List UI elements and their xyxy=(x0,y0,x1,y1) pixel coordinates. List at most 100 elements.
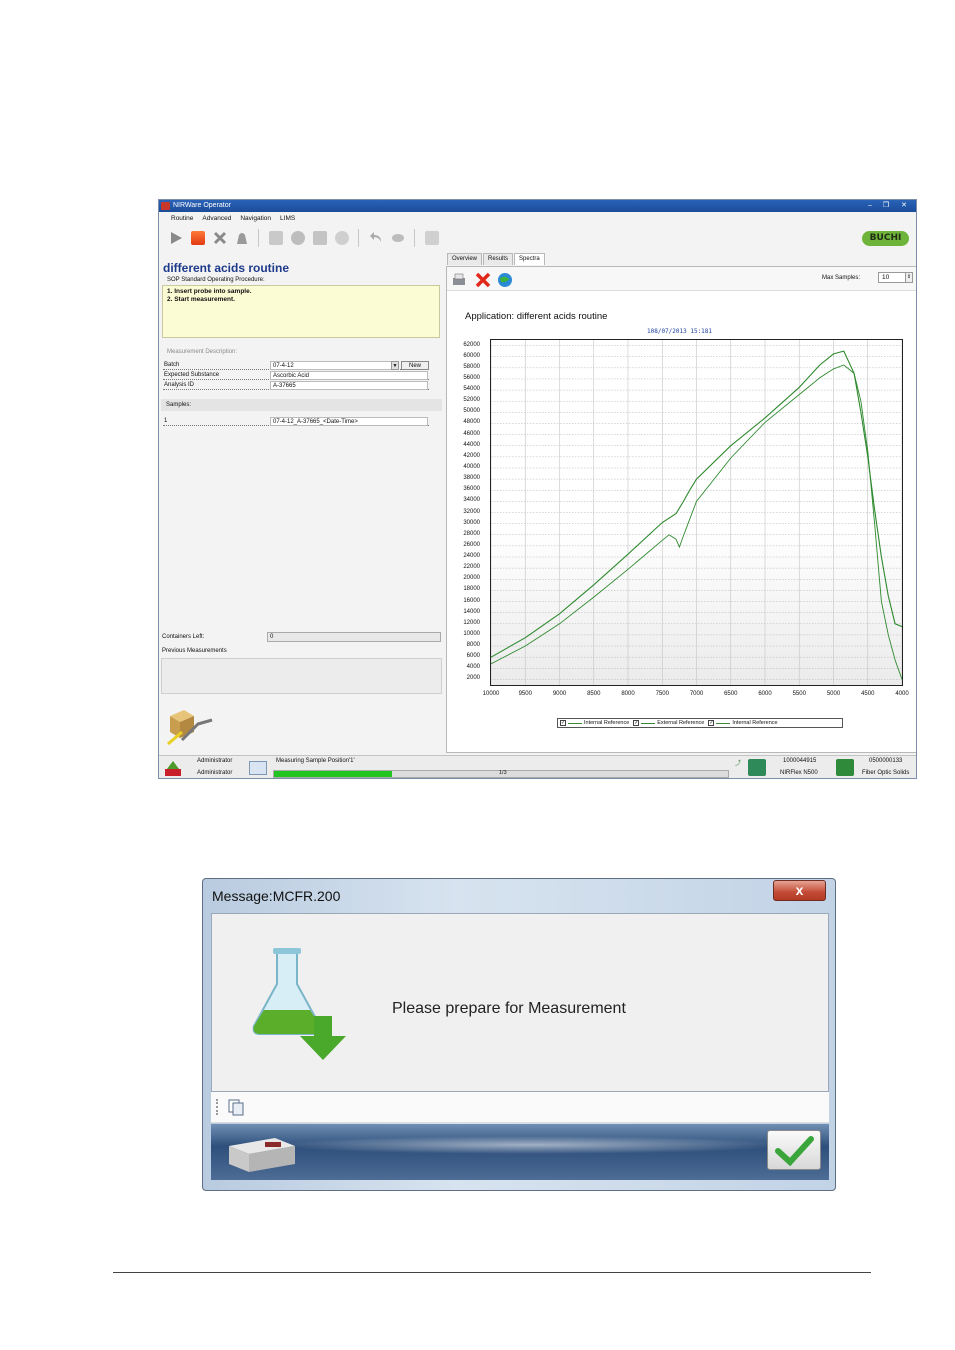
copy-icon[interactable] xyxy=(227,1098,245,1116)
y-tick-label: 32000 xyxy=(463,508,480,515)
menu-lims[interactable]: LIMS xyxy=(280,213,295,225)
y-tick-label: 34000 xyxy=(463,497,480,504)
y-tick-label: 24000 xyxy=(463,553,480,560)
y-tick-label: 46000 xyxy=(463,430,480,437)
instrument-icon[interactable] xyxy=(748,759,766,776)
y-tick-label: 50000 xyxy=(463,408,480,415)
analysis-id-field[interactable]: A-37665 xyxy=(270,381,428,390)
legend-label: External Reference xyxy=(657,720,705,726)
tab-spectra[interactable]: Spectra xyxy=(514,253,545,265)
export-icon[interactable] xyxy=(423,230,440,247)
x-tick-label: 9000 xyxy=(552,691,567,697)
sample-name-field[interactable]: 07-4-12_A-37665_<Date-Time> xyxy=(270,417,428,426)
max-samples-label: Max Samples: xyxy=(821,275,860,281)
y-tick-label: 36000 xyxy=(463,486,480,493)
user-label: Administrator xyxy=(197,758,233,764)
undo-icon[interactable] xyxy=(367,230,384,247)
dialog-close-button[interactable]: x xyxy=(773,880,826,901)
x-tick-label: 4000 xyxy=(895,691,909,697)
y-tick-label: 52000 xyxy=(463,397,480,404)
y-tick-label: 26000 xyxy=(463,541,480,548)
print-icon[interactable] xyxy=(450,271,467,288)
legend-checkbox[interactable]: ✓ xyxy=(560,720,566,726)
batch-field[interactable]: 07-4-12 xyxy=(270,361,396,370)
settings-icon[interactable] xyxy=(289,230,306,247)
samples-header: Samples: xyxy=(161,399,442,411)
close-icon[interactable]: ✕ xyxy=(895,201,913,210)
status-bar: Administrator Administrator Measuring Sa… xyxy=(159,755,916,778)
y-tick-label: 38000 xyxy=(463,475,480,482)
tab-overview[interactable]: Overview xyxy=(447,253,483,265)
minimize-icon[interactable]: – xyxy=(863,201,877,210)
flask-download-icon xyxy=(252,948,346,1060)
probe-icon xyxy=(167,710,213,746)
cancel-icon[interactable] xyxy=(211,230,228,247)
measurement-cell-icon[interactable] xyxy=(836,759,854,776)
id-card-icon[interactable] xyxy=(249,761,267,775)
spectra-plot xyxy=(490,339,903,686)
previous-measurements-list xyxy=(161,658,442,694)
tab-results[interactable]: Results xyxy=(483,253,514,265)
y-tick-label: 16000 xyxy=(463,597,480,604)
sop-step: 1. Insert probe into sample. xyxy=(167,288,252,295)
grip-handle xyxy=(216,1099,218,1115)
delete-icon[interactable] xyxy=(474,271,491,288)
legend-label: Internal Reference xyxy=(732,720,778,726)
previous-measurements-label: Previous Measurements xyxy=(162,648,227,654)
y-tick-label: 14000 xyxy=(463,608,480,615)
y-tick-label: 58000 xyxy=(463,363,480,370)
spinner-arrows-icon[interactable]: ⇕ xyxy=(905,273,912,282)
toolbar-separator xyxy=(414,229,415,247)
print-preview-icon[interactable] xyxy=(311,230,328,247)
bag-icon[interactable] xyxy=(233,230,250,247)
expected-substance-row: Expected Substance Ascorbic Acid xyxy=(163,371,429,380)
legend-line xyxy=(568,722,582,724)
cell-name: Fiber Optic Solids xyxy=(862,770,910,776)
sop-label: SOP Standard Operating Procedure: xyxy=(167,277,265,283)
x-tick-label: 6500 xyxy=(724,691,738,697)
search-icon[interactable] xyxy=(333,230,350,247)
menu-routine[interactable]: Routine xyxy=(171,213,193,225)
globe-icon[interactable] xyxy=(496,271,513,288)
chart-title: Application: different acids routine xyxy=(465,311,608,322)
legend-checkbox[interactable]: ✓ xyxy=(633,720,640,726)
expected-substance-field[interactable]: Ascorbic Acid xyxy=(270,371,428,380)
nir-logo-icon xyxy=(165,761,181,776)
max-samples-spinner[interactable]: 10 ⇕ xyxy=(878,272,913,283)
sample-row[interactable]: 1 07-4-12_A-37665_<Date-Time> xyxy=(163,417,429,426)
chart-subtitle: 108/07/2013 15:181 xyxy=(647,328,713,335)
restore-icon[interactable]: ❒ xyxy=(879,201,893,210)
legend-checkbox[interactable]: ✓ xyxy=(708,720,715,726)
batch-label: Batch xyxy=(164,362,180,368)
y-tick-label: 48000 xyxy=(463,419,480,426)
max-samples-value: 10 xyxy=(882,274,890,281)
device-name: NIRFlex N500 xyxy=(780,770,818,776)
new-button[interactable]: New xyxy=(401,361,429,370)
containers-left-field: 0 xyxy=(267,632,441,642)
cell-id: 0500000133 xyxy=(869,758,903,764)
sop-step: 2. Start measurement. xyxy=(167,295,235,303)
spectra-toolbar: Max Samples: 10 ⇕ xyxy=(447,267,916,291)
analysis-id-label: Analysis ID xyxy=(164,382,195,388)
ok-button[interactable] xyxy=(767,1130,821,1170)
chart-legend: ✓ Internal Reference ✓ External Referenc… xyxy=(557,718,843,728)
y-tick-label: 10000 xyxy=(463,630,480,637)
menu-navigation[interactable]: Navigation xyxy=(240,213,271,225)
footer-glare xyxy=(271,1136,791,1154)
nirware-window: NIRWare Operator – ❒ ✕ Routine Advanced … xyxy=(158,199,917,779)
menu-advanced[interactable]: Advanced xyxy=(202,213,231,225)
chevron-down-icon[interactable]: ▼ xyxy=(391,361,399,370)
y-tick-label: 30000 xyxy=(463,519,480,526)
routine-title: different acids routine xyxy=(163,261,290,275)
stop-icon[interactable] xyxy=(189,230,206,247)
buchi-logo: BUCHI xyxy=(862,231,909,246)
y-tick-label: 56000 xyxy=(463,374,480,381)
expected-substance-label: Expected Substance xyxy=(164,372,220,378)
report-icon[interactable] xyxy=(267,230,284,247)
x-tick-label: 5500 xyxy=(792,691,806,697)
view-icon[interactable] xyxy=(389,230,406,247)
progress-text: 1/3 xyxy=(499,770,507,776)
sop-box: 1. Insert probe into sample. 2. Start me… xyxy=(162,285,440,338)
play-icon[interactable] xyxy=(167,230,184,247)
y-tick-label: 2000 xyxy=(466,675,480,682)
